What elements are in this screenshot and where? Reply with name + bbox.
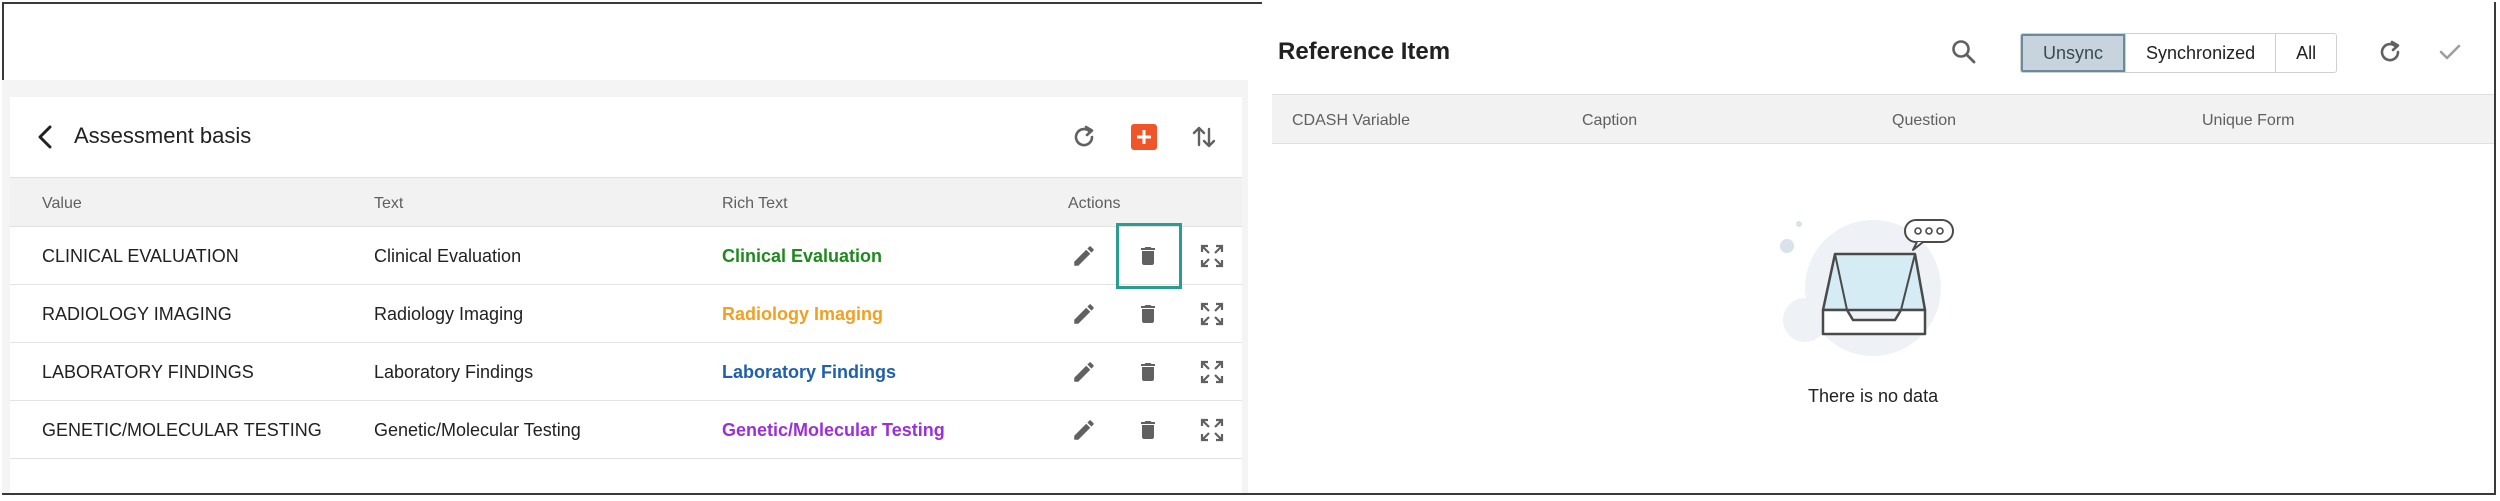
cell-text: Genetic/Molecular Testing [374,420,581,440]
assessment-basis-panel: Assessment basis Value Text Rich Text Ac… [10,97,1242,493]
cell-value: CLINICAL EVALUATION [42,246,239,266]
table-header: CDASH Variable Caption Question Unique F… [1272,94,2494,144]
filter-unsync-button[interactable]: Unsync [2021,34,2126,72]
expand-icon[interactable] [1196,414,1228,446]
column-header-unique-form: Unique Form [2202,112,2295,129]
back-arrow-icon[interactable] [30,121,62,153]
panel-header: Assessment basis [10,97,1242,177]
table-row: LABORATORY FINDINGS Laboratory Findings … [10,343,1242,401]
edit-icon[interactable] [1068,298,1100,330]
table-row: GENETIC/MOLECULAR TESTING Genetic/Molecu… [10,401,1242,459]
expand-icon[interactable] [1196,298,1228,330]
cell-value: LABORATORY FINDINGS [42,362,254,382]
column-header-cdash-variable: CDASH Variable [1292,112,1410,129]
filter-synchronized-button[interactable]: Synchronized [2125,34,2276,72]
edit-icon[interactable] [1068,240,1100,272]
edit-icon[interactable] [1068,356,1100,388]
delete-icon[interactable] [1132,240,1164,272]
column-header-caption: Caption [1582,112,1638,129]
check-icon[interactable] [2432,34,2468,70]
column-header-value: Value [42,195,82,212]
column-header-actions: Actions [1068,195,1121,212]
cell-rich-text: Radiology Imaging [722,304,884,324]
cell-rich-text: Genetic/Molecular Testing [722,420,945,440]
refresh-icon[interactable] [1066,119,1102,155]
delete-icon[interactable] [1132,356,1164,388]
column-header-rich-text: Rich Text [722,195,788,212]
panel-title: Assessment basis [74,123,252,148]
values-table: Value Text Rich Text Actions CLINICAL EV… [10,177,1242,459]
expand-icon[interactable] [1196,240,1228,272]
table-row: CLINICAL EVALUATION Clinical Evaluation … [10,223,1242,289]
cell-value: GENETIC/MOLECULAR TESTING [42,420,322,440]
search-icon[interactable] [1946,34,1982,70]
sync-filter-toggle: Unsync Synchronized All [2020,33,2338,73]
cell-value: RADIOLOGY IMAGING [42,304,232,324]
empty-inbox-illustration [1780,219,1954,356]
add-box-icon[interactable] [1126,119,1162,155]
refresh-icon[interactable] [2372,34,2408,70]
cell-text: Radiology Imaging [374,304,524,324]
cell-rich-text: Clinical Evaluation [722,246,883,266]
column-header-question: Question [1892,112,1957,129]
cell-rich-text: Laboratory Findings [722,362,897,382]
sort-arrows-icon[interactable] [1186,119,1222,155]
expand-icon[interactable] [1196,356,1228,388]
cell-text: Laboratory Findings [374,362,534,382]
filter-all-button[interactable]: All [2275,34,2337,72]
table-header: Value Text Rich Text Actions [10,177,1242,227]
edit-icon[interactable] [1068,414,1100,446]
column-header-text: Text [374,195,404,212]
reference-item-panel: Reference Item Unsync Synchronized All C… [1262,2,2494,493]
table-row: RADIOLOGY IMAGING Radiology Imaging Radi… [10,285,1242,343]
cell-text: Clinical Evaluation [374,246,522,266]
panel-title: Reference Item [1278,38,1451,65]
empty-state-message: There is no data [1808,386,1939,406]
delete-icon[interactable] [1132,298,1164,330]
delete-icon[interactable] [1132,414,1164,446]
